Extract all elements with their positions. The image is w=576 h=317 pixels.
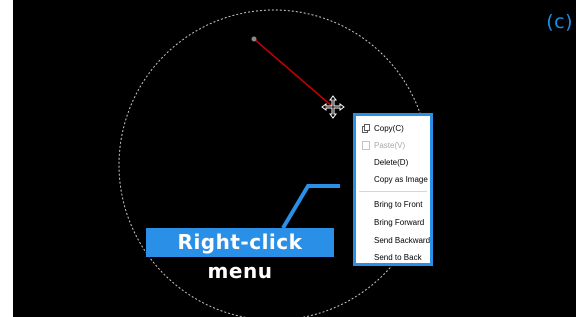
menu-item-label: Send to Back xyxy=(374,253,422,262)
figure-label: (c) xyxy=(544,9,575,35)
menu-item-label: Send Backward xyxy=(374,236,431,245)
canvas-scene xyxy=(118,9,430,317)
menu-item-label: Paste(V) xyxy=(374,141,406,150)
move-cursor-icon xyxy=(321,95,345,119)
drawing-canvas[interactable]: (c) Copy(C) Paste(V) Delete(D) Copy as I… xyxy=(13,0,576,317)
menu-separator xyxy=(359,191,427,192)
callout-label: Right-click menu xyxy=(146,228,334,283)
menu-item-copy[interactable]: Copy(C) xyxy=(356,120,430,137)
menu-item-label: Delete(D) xyxy=(374,158,409,167)
menu-item-label: Bring to Front xyxy=(374,200,423,209)
menu-item-bring-to-front[interactable]: Bring to Front xyxy=(356,196,430,213)
callout-leader-line xyxy=(281,184,340,230)
menu-item-label: Copy(C) xyxy=(374,124,404,133)
menu-item-bring-forward[interactable]: Bring Forward xyxy=(356,214,430,231)
menu-item-send-backward[interactable]: Send Backward xyxy=(356,232,430,249)
copy-icon xyxy=(362,124,370,133)
line-handle-start[interactable] xyxy=(251,36,257,42)
menu-item-paste[interactable]: Paste(V) xyxy=(356,137,430,154)
menu-item-label: Bring Forward xyxy=(374,218,425,227)
menu-item-copy-as-image[interactable]: Copy as Image xyxy=(356,171,430,188)
selected-line[interactable] xyxy=(253,38,334,108)
context-menu: Copy(C) Paste(V) Delete(D) Copy as Image… xyxy=(353,113,433,266)
paste-icon xyxy=(362,141,370,150)
menu-item-delete[interactable]: Delete(D) xyxy=(356,154,430,171)
menu-item-label: Copy as Image xyxy=(374,175,428,184)
menu-item-send-to-back[interactable]: Send to Back xyxy=(356,249,430,266)
